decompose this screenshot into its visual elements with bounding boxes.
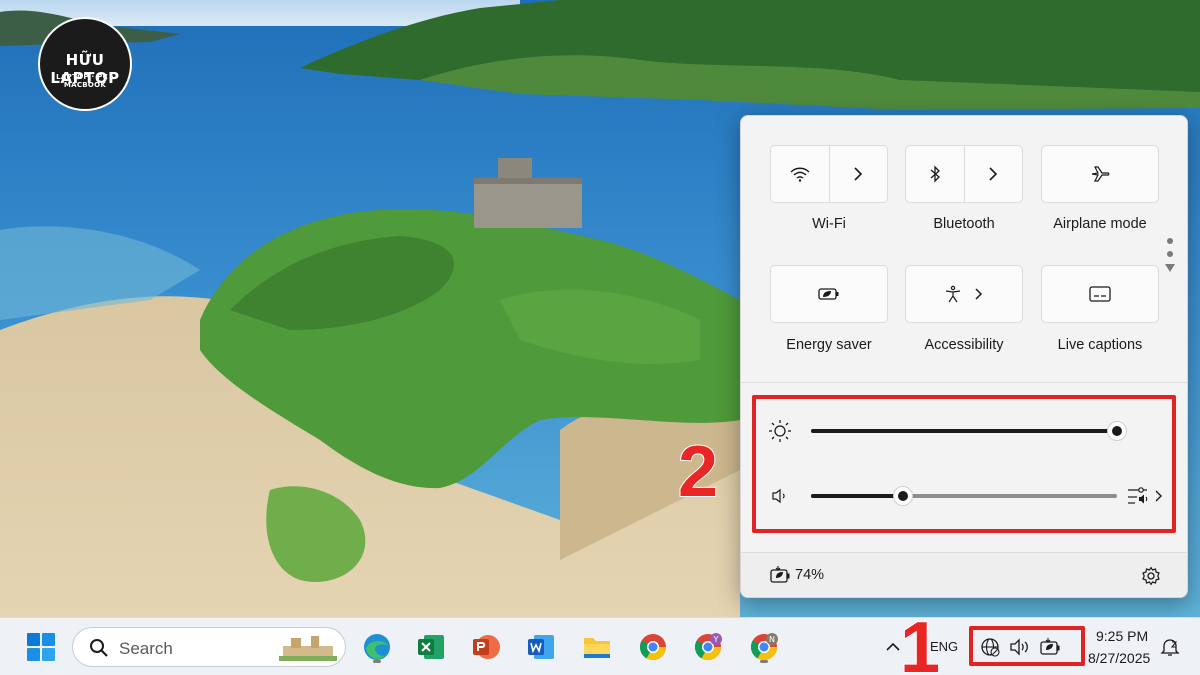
panel-divider — [741, 382, 1187, 383]
taskbar-chrome-profile-y[interactable]: Y — [689, 628, 727, 666]
running-indicator — [373, 660, 381, 663]
chevron-up-icon — [886, 642, 900, 651]
start-button[interactable] — [22, 628, 60, 666]
wifi-tile[interactable] — [770, 145, 888, 203]
logo-tagline-text: LAPTOP · PC · MACBOOK — [56, 73, 114, 89]
bluetooth-label: Bluetooth — [933, 216, 995, 232]
taskbar-chrome-profile-n[interactable]: N — [745, 628, 783, 666]
wifi-label: Wi-Fi — [812, 216, 846, 232]
wifi-toggle[interactable] — [771, 146, 829, 202]
windows-logo-icon — [27, 633, 55, 661]
energy-saver-tile[interactable] — [770, 265, 888, 323]
captions-icon — [1089, 286, 1111, 302]
excel-icon — [418, 635, 444, 659]
energy-saver-icon — [818, 288, 839, 300]
running-indicator — [760, 660, 768, 663]
airplane-icon — [1091, 166, 1110, 182]
bluetooth-icon — [930, 165, 940, 183]
accessibility-icon — [945, 285, 961, 303]
notification-bell-icon — [1160, 639, 1180, 656]
word-icon — [528, 635, 554, 659]
search-icon — [90, 639, 108, 657]
airplane-mode-label: Airplane mode — [1053, 216, 1147, 232]
page-dot[interactable] — [1167, 251, 1173, 257]
quick-settings-footer: 74% — [741, 552, 1187, 597]
accessibility-label: Accessibility — [924, 337, 1004, 353]
chrome-profile-y-icon: Y — [694, 633, 722, 661]
settings-gear-icon[interactable] — [1141, 566, 1161, 586]
live-captions-tile[interactable] — [1041, 265, 1159, 323]
annotation-number-1: 1 — [899, 608, 941, 675]
energy-saver-label: Energy saver — [786, 337, 872, 353]
bluetooth-toggle[interactable] — [906, 146, 964, 202]
search-placeholder: Search — [119, 639, 173, 658]
battery-icon — [770, 566, 790, 583]
search-highlight-landmark-icon — [279, 636, 337, 661]
page-dot[interactable] — [1167, 238, 1173, 244]
accessibility-tile[interactable] — [905, 265, 1023, 323]
airplane-mode-tile[interactable] — [1041, 145, 1159, 203]
battery-button[interactable] — [769, 565, 791, 587]
powerpoint-icon — [473, 635, 500, 659]
taskbar-file-explorer[interactable] — [578, 628, 616, 666]
page-indicator[interactable] — [1165, 238, 1175, 272]
taskbar-excel[interactable] — [412, 628, 450, 666]
wifi-expand-button[interactable] — [828, 146, 887, 202]
taskbar-chrome[interactable] — [634, 628, 672, 666]
bluetooth-expand-button[interactable] — [963, 146, 1022, 202]
svg-text:N: N — [769, 635, 775, 644]
clock-time: 9:25 PM — [1096, 628, 1149, 644]
huu-laptop-logo: HỮU LAPTOP LAPTOP · PC · MACBOOK — [38, 17, 132, 111]
taskbar-edge[interactable] — [358, 628, 396, 666]
caret-down-icon[interactable] — [1165, 264, 1175, 272]
live-captions-label: Live captions — [1057, 337, 1143, 353]
battery-percent-text: 74% — [795, 567, 825, 583]
chevron-right-icon — [989, 167, 998, 181]
svg-text:Y: Y — [713, 635, 719, 644]
notifications-button[interactable] — [1156, 628, 1184, 666]
chrome-icon — [639, 634, 667, 661]
wifi-icon — [790, 167, 810, 182]
sliders-highlight-box — [752, 395, 1176, 533]
bluetooth-tile[interactable] — [905, 145, 1023, 203]
file-explorer-icon — [584, 638, 610, 658]
annotation-number-2: 2 — [677, 432, 719, 512]
taskbar-search-box[interactable]: Search — [72, 627, 346, 667]
clock-date: 8/27/2025 — [1088, 650, 1151, 666]
tray-highlight-box — [969, 626, 1085, 666]
taskbar-powerpoint[interactable] — [467, 628, 505, 666]
chevron-right-icon — [975, 288, 983, 300]
chrome-profile-n-icon: N — [750, 633, 778, 661]
chevron-right-icon — [854, 167, 863, 181]
taskbar-word[interactable] — [522, 628, 560, 666]
edge-icon — [364, 634, 390, 660]
